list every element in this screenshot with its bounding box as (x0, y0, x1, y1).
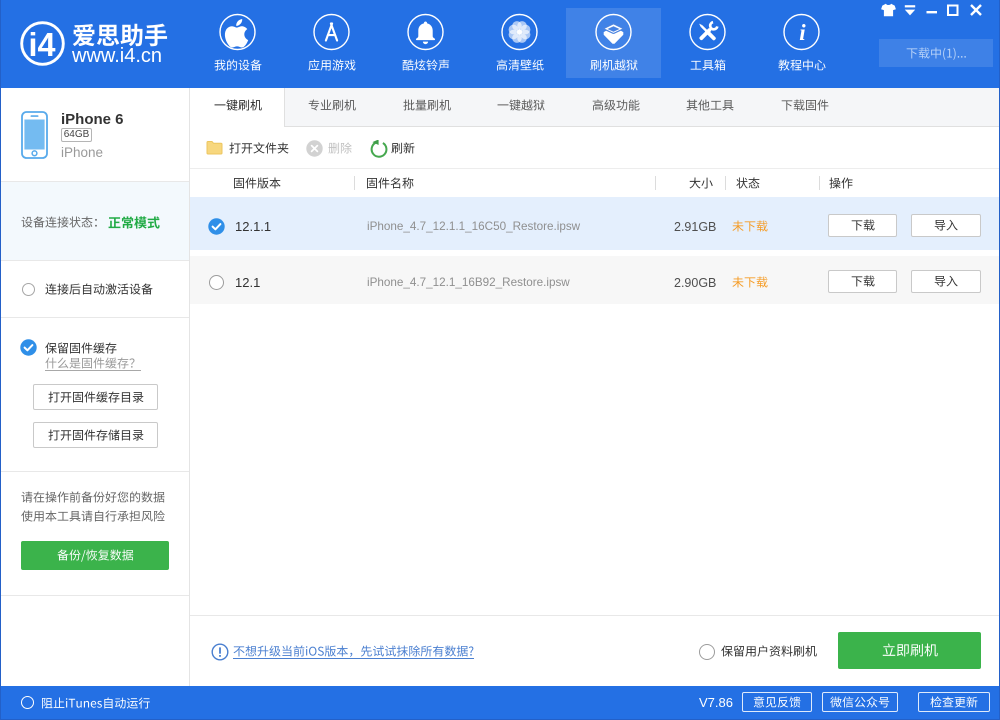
svg-text:i: i (799, 20, 806, 45)
